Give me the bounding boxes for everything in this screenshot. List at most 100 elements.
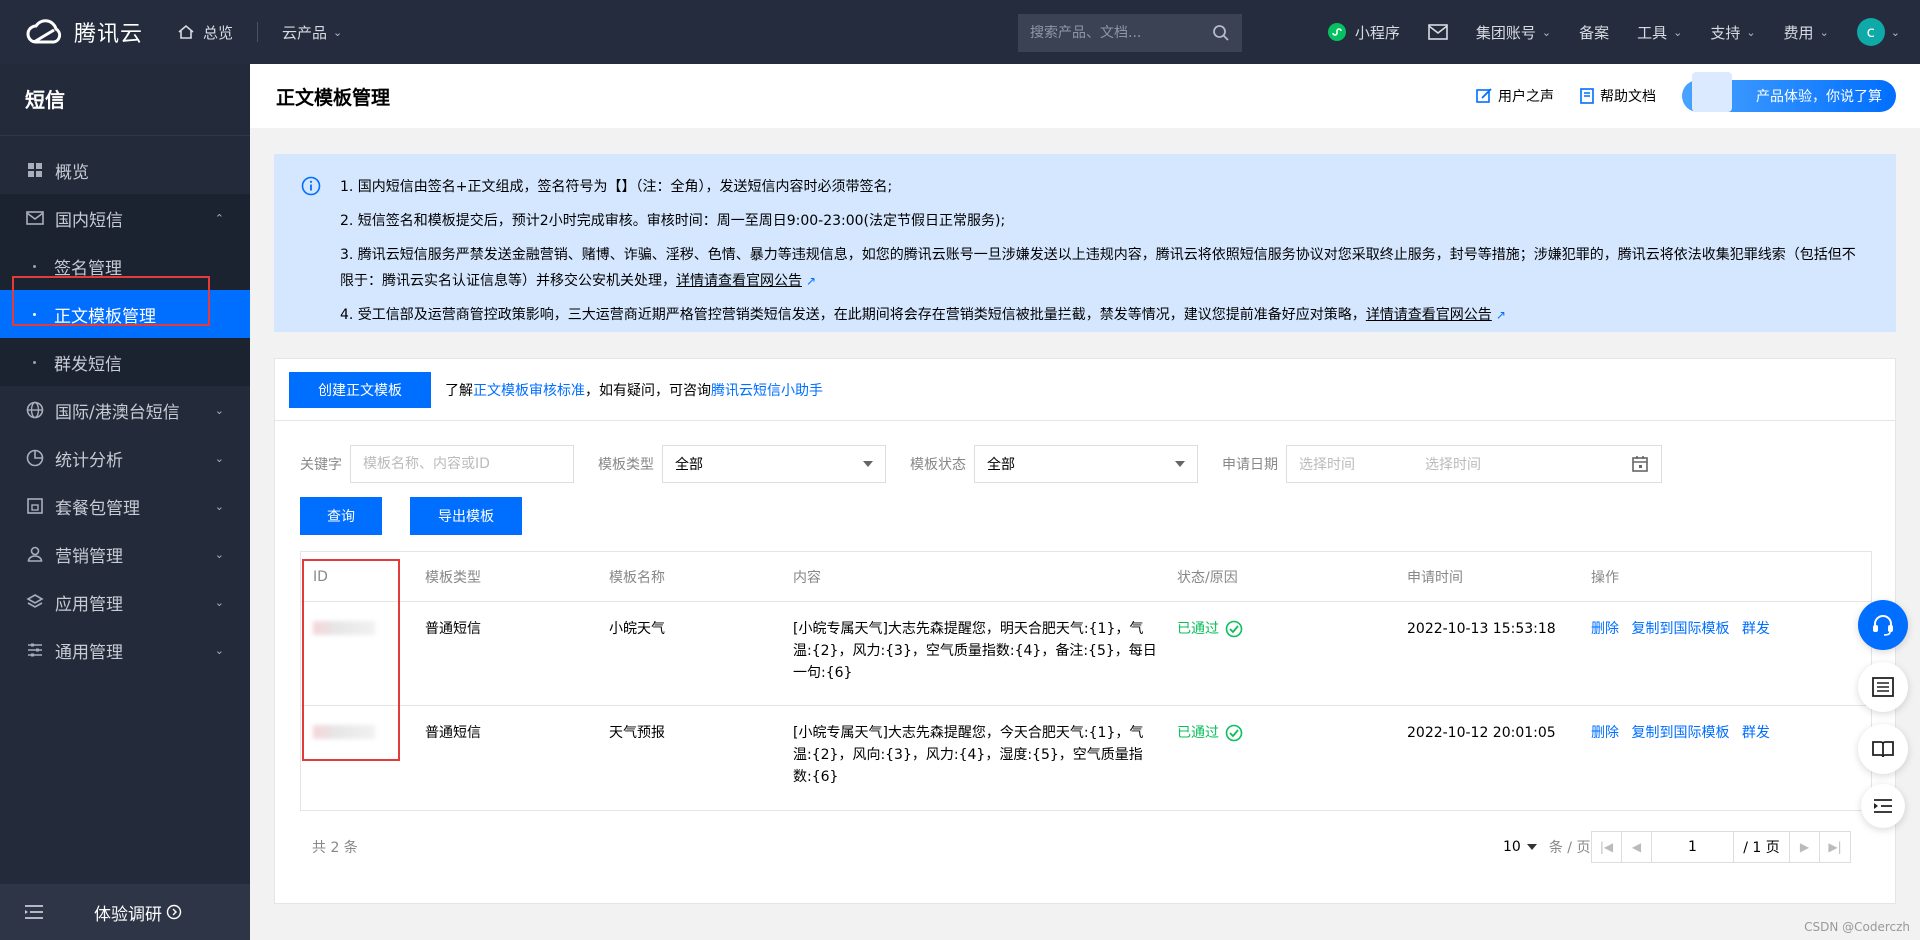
type-select-value: 全部 bbox=[675, 457, 703, 473]
home-icon bbox=[178, 24, 194, 39]
sidebar: 短信 概览 国内短信 ⌃ 签名管理 正文模板管理 群发短信 国际/港澳台短信 ⌄… bbox=[0, 64, 250, 940]
user-voice-label: 用户之声 bbox=[1498, 89, 1554, 105]
chevron-down-icon: ⌄ bbox=[1673, 25, 1683, 39]
card-toolbar: 创建正文模板 了解正文模板审核标准，如有疑问，可咨询腾讯云短信小助手 bbox=[275, 359, 1895, 421]
beian-link[interactable]: 备案 bbox=[1565, 22, 1623, 43]
sidebar-item-stats[interactable]: 统计分析 ⌄ bbox=[0, 434, 250, 482]
total-pages: / 1 页 bbox=[1734, 832, 1790, 862]
account-menu[interactable]: c ⌄ bbox=[1843, 18, 1920, 46]
page-size-unit: 条 / 页 bbox=[1548, 840, 1591, 856]
next-page-icon[interactable]: ▶ bbox=[1790, 832, 1820, 862]
feedback-banner-label: 产品体验，你说了算 bbox=[1756, 89, 1882, 105]
user-voice-link[interactable]: 用户之声 bbox=[1476, 86, 1554, 106]
sidebar-item-domestic[interactable]: 国内短信 ⌃ bbox=[0, 194, 250, 242]
top-navbar: 腾讯云 总览 云产品 ⌄ 小程序 集团账号 ⌄ 备案 工具 bbox=[0, 0, 1920, 64]
mail-button[interactable] bbox=[1414, 24, 1462, 40]
document-icon bbox=[1580, 88, 1594, 104]
chevron-down-icon: ⌄ bbox=[214, 595, 224, 609]
notice-item-text: 3. 腾讯云短信服务严禁发送金融营销、赌博、诈骗、淫秽、色情、暴力等违规信息，如… bbox=[340, 247, 1856, 289]
column-header: 操作 bbox=[1591, 569, 1619, 586]
page-title: 正文模板管理 bbox=[276, 86, 391, 109]
status-label: 模板状态 bbox=[910, 457, 966, 473]
products-menu[interactable]: 云产品 ⌄ bbox=[270, 22, 354, 43]
query-button[interactable]: 查询 bbox=[300, 497, 382, 535]
home-link[interactable]: 总览 bbox=[165, 22, 245, 43]
group-account-menu[interactable]: 集团账号 ⌄ bbox=[1462, 22, 1565, 43]
keyword-input[interactable] bbox=[350, 445, 574, 483]
nav-divider bbox=[257, 22, 259, 42]
logo[interactable]: 腾讯云 bbox=[0, 16, 165, 48]
survey-link[interactable]: 体验调研 bbox=[94, 900, 182, 925]
template-table: ID 模板类型 模板名称 内容 状态/原因 申请时间 操作 普通短信 小皖天气 … bbox=[300, 551, 1872, 811]
manual-button[interactable] bbox=[1858, 724, 1908, 774]
search-icon[interactable] bbox=[1212, 24, 1230, 42]
prev-page-icon[interactable]: ◀ bbox=[1622, 832, 1652, 862]
mini-program-link[interactable]: 小程序 bbox=[1313, 22, 1414, 43]
page-header: 正文模板管理 用户之声 帮助文档 产品体验，你说了算 bbox=[250, 64, 1920, 128]
content-cell: [小皖专属天气]大志先森提醒您，明天合肥天气:{1}，气温:{2}，风力:{3}… bbox=[793, 621, 1157, 681]
outline-button[interactable] bbox=[1861, 784, 1905, 828]
type-cell: 普通短信 bbox=[425, 725, 481, 741]
sms-assistant-link[interactable]: 腾讯云短信小助手 bbox=[711, 383, 823, 399]
sidebar-item-app-manage[interactable]: 应用管理 ⌄ bbox=[0, 578, 250, 626]
search-box bbox=[1018, 14, 1242, 52]
help-doc-link[interactable]: 帮助文档 bbox=[1580, 86, 1656, 106]
sidebar-item-package[interactable]: 套餐包管理 ⌄ bbox=[0, 482, 250, 530]
chevron-up-icon: ⌃ bbox=[214, 211, 224, 225]
sidebar-item-overview[interactable]: 概览 bbox=[0, 146, 250, 194]
layers-icon bbox=[25, 593, 45, 611]
tools-menu[interactable]: 工具 ⌄ bbox=[1623, 22, 1696, 43]
page-size-value: 10 bbox=[1503, 839, 1521, 855]
page-size-select[interactable]: 10 条 / 页 bbox=[1503, 837, 1590, 857]
avatar: c bbox=[1856, 18, 1885, 46]
status-select[interactable]: 全部 bbox=[974, 445, 1198, 483]
type-label: 模板类型 bbox=[598, 457, 654, 473]
caret-down-icon bbox=[1175, 461, 1185, 467]
column-header: 模板名称 bbox=[609, 569, 665, 586]
copy-to-intl-link[interactable]: 复制到国际模板 bbox=[1631, 725, 1729, 741]
notice-link[interactable]: 详情请查看官网公告 bbox=[676, 273, 802, 289]
create-template-button[interactable]: 创建正文模板 bbox=[289, 371, 431, 408]
notice-link[interactable]: 详情请查看官网公告 bbox=[1366, 307, 1492, 323]
sidebar-item-group-send[interactable]: 群发短信 bbox=[0, 338, 250, 386]
delete-link[interactable]: 删除 bbox=[1591, 725, 1619, 741]
type-select[interactable]: 全部 bbox=[662, 445, 886, 483]
sidebar-item-general[interactable]: 通用管理 ⌄ bbox=[0, 626, 250, 674]
support-label: 支持 bbox=[1710, 23, 1741, 42]
search-input[interactable] bbox=[1030, 25, 1212, 41]
notice-panel: 1. 国内短信由签名+正文组成，签名符号为【】（注：全角），发送短信内容时必须带… bbox=[274, 154, 1896, 332]
review-standard-link[interactable]: 正文模板审核标准 bbox=[473, 383, 585, 399]
copy-to-intl-link[interactable]: 复制到国际模板 bbox=[1631, 621, 1729, 637]
sidebar-item-marketing[interactable]: 营销管理 ⌄ bbox=[0, 530, 250, 578]
calendar-icon bbox=[1632, 456, 1648, 472]
fees-menu[interactable]: 费用 ⌄ bbox=[1770, 22, 1843, 43]
group-send-link[interactable]: 群发 bbox=[1742, 725, 1770, 741]
page-navigator: |◀ ◀ / 1 页 ▶ ▶| bbox=[1591, 831, 1851, 863]
page-number-input[interactable] bbox=[1652, 832, 1734, 862]
date-range-picker[interactable]: 选择时间 选择时间 bbox=[1286, 445, 1662, 483]
filter-bar: 关键字 模板类型 全部 模板状态 全部 申请日期 选择时间 选择时间 bbox=[300, 445, 1662, 483]
customer-service-button[interactable] bbox=[1858, 600, 1908, 650]
sidebar-item-intl[interactable]: 国际/港澳台短信 ⌄ bbox=[0, 386, 250, 434]
sidebar-item-label: 套餐包管理 bbox=[55, 498, 140, 519]
chevron-down-icon: ⌄ bbox=[214, 451, 224, 465]
fees-label: 费用 bbox=[1783, 23, 1814, 42]
bullet-dot bbox=[33, 264, 36, 268]
sidebar-item-label: 群发短信 bbox=[54, 354, 122, 375]
last-page-icon[interactable]: ▶| bbox=[1820, 832, 1850, 862]
status-cell: 已通过 bbox=[1177, 722, 1407, 810]
delete-link[interactable]: 删除 bbox=[1591, 621, 1619, 637]
collapse-menu-icon[interactable] bbox=[24, 904, 44, 920]
group-account-label: 集团账号 bbox=[1475, 23, 1536, 42]
first-page-icon[interactable]: |◀ bbox=[1592, 832, 1622, 862]
filter-actions: 查询 导出模板 bbox=[300, 497, 522, 535]
group-send-link[interactable]: 群发 bbox=[1742, 621, 1770, 637]
chevron-down-icon: ⌄ bbox=[1819, 25, 1829, 39]
feedback-banner-button[interactable]: 产品体验，你说了算 bbox=[1682, 72, 1896, 112]
list-doc-button[interactable] bbox=[1858, 662, 1908, 712]
support-menu[interactable]: 支持 ⌄ bbox=[1696, 22, 1769, 43]
sidebar-item-label: 国内短信 bbox=[55, 210, 123, 231]
bullet-dot bbox=[33, 360, 36, 364]
chevron-down-icon: ⌄ bbox=[1746, 25, 1756, 39]
export-button[interactable]: 导出模板 bbox=[410, 497, 522, 535]
